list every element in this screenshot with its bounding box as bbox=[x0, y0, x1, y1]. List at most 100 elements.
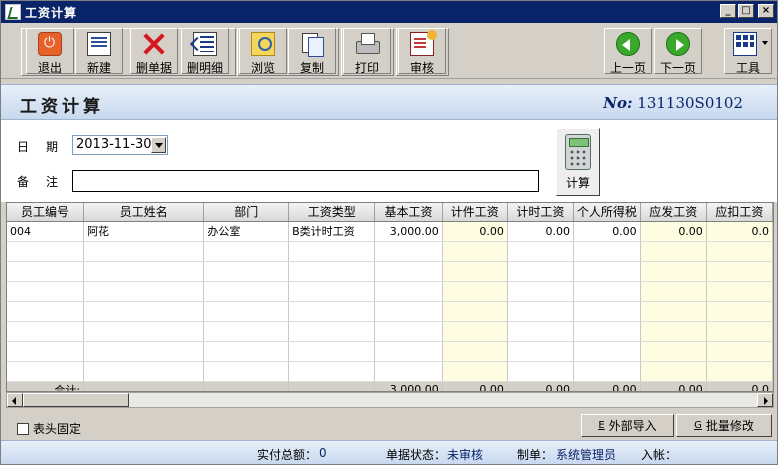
delete-detail-label: 删明细 bbox=[186, 61, 223, 75]
delete-detail-icon bbox=[193, 32, 217, 56]
calculate-label: 计算 bbox=[565, 176, 590, 190]
table-row[interactable] bbox=[7, 361, 773, 382]
delete-detail-button[interactable]: 删明细 bbox=[181, 28, 229, 75]
col-header[interactable]: 部门 bbox=[203, 203, 290, 222]
delete-icon bbox=[142, 32, 166, 56]
minimize-button[interactable]: _ bbox=[720, 4, 736, 18]
exit-button[interactable]: 退出 bbox=[26, 28, 74, 75]
horizontal-scrollbar[interactable] bbox=[6, 392, 774, 408]
scroll-left-icon[interactable] bbox=[7, 393, 23, 407]
delete-document-label: 删单据 bbox=[135, 61, 172, 75]
delete-document-button[interactable]: 删单据 bbox=[130, 28, 178, 75]
print-button[interactable]: 打印 bbox=[343, 28, 391, 75]
toolbar: 退出 新建 删单据 删明细 浏览 复制 打印 审核 bbox=[1, 23, 777, 79]
dropdown-arrow-icon[interactable] bbox=[151, 137, 166, 153]
printer-icon bbox=[355, 32, 380, 56]
document-number-value: 131130S0102 bbox=[637, 94, 743, 112]
tools-label: 工具 bbox=[735, 61, 760, 75]
total-base-salary: 3,000.00 bbox=[374, 380, 443, 391]
tools-grid-icon bbox=[733, 32, 757, 56]
col-header[interactable]: 基本工资 bbox=[374, 203, 443, 222]
cell-piece-salary[interactable]: 0.00 bbox=[442, 221, 508, 242]
maker-label: 制单： bbox=[517, 448, 554, 462]
cell-salary-type[interactable]: B类计时工资 bbox=[288, 221, 376, 242]
cell-department[interactable]: 办公室 bbox=[203, 221, 290, 242]
total-hourly-salary: 0.00 bbox=[507, 380, 574, 391]
window-controls: _ □ × bbox=[720, 4, 774, 18]
copy-label: 复制 bbox=[299, 61, 324, 75]
col-header[interactable]: 员工编号 bbox=[7, 203, 85, 222]
chevron-down-icon bbox=[762, 41, 768, 48]
calculate-button[interactable]: 计算 bbox=[556, 128, 600, 196]
table-row[interactable] bbox=[7, 281, 773, 302]
app-icon bbox=[5, 4, 21, 20]
checkbox-box[interactable] bbox=[17, 422, 29, 435]
table-row[interactable] bbox=[7, 241, 773, 262]
grid-header-row: 员工编号 员工姓名 部门 工资类型 基本工资 计件工资 计时工资 个人所得税 应… bbox=[7, 203, 773, 222]
arrow-right-icon bbox=[666, 32, 690, 56]
import-label: 外部导入 bbox=[608, 419, 657, 433]
cell-employee-id[interactable]: 004 bbox=[7, 221, 85, 242]
paid-total-label: 实付总额： bbox=[257, 448, 318, 462]
cell-deduction[interactable]: 0.0 bbox=[706, 221, 773, 242]
salary-window: 工资计算 _ □ × 退出 新建 删单据 删明细 浏览 bbox=[0, 0, 778, 465]
total-row: 合计: 3,000.00 0.00 0.00 0.00 0.00 0.0 bbox=[7, 380, 773, 391]
col-header[interactable]: 应发工资 bbox=[640, 203, 707, 222]
tools-button[interactable]: 工具 bbox=[724, 28, 772, 75]
header-band: 工资计算 No: 131130S0102 bbox=[1, 84, 777, 120]
status-bar: 实付总额： 0 单据状态： 未审核 制单： 系统管理员 入帐： bbox=[1, 440, 777, 464]
batch-shortcut-key: G bbox=[694, 420, 702, 431]
remark-input[interactable] bbox=[72, 170, 539, 192]
total-label: 合计: bbox=[7, 380, 85, 391]
posted-label: 入帐： bbox=[641, 448, 678, 462]
title-bar: 工资计算 _ □ × bbox=[1, 1, 777, 23]
arrow-left-icon bbox=[616, 32, 640, 56]
document-number-label: No: bbox=[603, 94, 633, 112]
external-import-button[interactable]: E 外部导入 bbox=[581, 414, 674, 437]
table-row[interactable] bbox=[7, 261, 773, 282]
col-header[interactable]: 个人所得税 bbox=[573, 203, 641, 222]
doc-state-value: 未审核 bbox=[447, 448, 484, 462]
browse-button[interactable]: 浏览 bbox=[239, 28, 287, 75]
prev-page-label: 上一页 bbox=[609, 61, 646, 75]
cell-employee-name[interactable]: 阿花 bbox=[83, 221, 205, 242]
paid-total-value: 0 bbox=[319, 446, 327, 460]
audit-button[interactable]: 审核 bbox=[398, 28, 446, 75]
cell-gross-salary[interactable]: 0.00 bbox=[640, 221, 707, 242]
col-header[interactable]: 员工姓名 bbox=[83, 203, 205, 222]
new-label: 新建 bbox=[86, 61, 111, 75]
table-row[interactable] bbox=[7, 301, 773, 322]
scroll-thumb[interactable] bbox=[23, 393, 129, 407]
table-row[interactable]: 004 阿花 办公室 B类计时工资 3,000.00 0.00 0.00 0.0… bbox=[7, 221, 773, 242]
salary-table: 员工编号 员工姓名 部门 工资类型 基本工资 计件工资 计时工资 个人所得税 应… bbox=[7, 203, 773, 391]
col-header[interactable]: 工资类型 bbox=[288, 203, 376, 222]
prev-page-button[interactable]: 上一页 bbox=[604, 28, 652, 75]
fix-header-checkbox[interactable]: 表头固定 bbox=[17, 420, 81, 437]
cell-income-tax[interactable]: 0.00 bbox=[573, 221, 641, 242]
col-header[interactable]: 计件工资 bbox=[442, 203, 508, 222]
date-value: 2013-11-30 bbox=[76, 137, 152, 152]
cell-base-salary[interactable]: 3,000.00 bbox=[374, 221, 443, 242]
date-picker[interactable]: 2013-11-30 bbox=[72, 135, 168, 155]
next-page-button[interactable]: 下一页 bbox=[654, 28, 702, 75]
table-row[interactable] bbox=[7, 341, 773, 362]
maximize-button[interactable]: □ bbox=[738, 4, 754, 18]
cell-hourly-salary[interactable]: 0.00 bbox=[507, 221, 574, 242]
maker-value: 系统管理员 bbox=[556, 448, 617, 462]
audit-label: 审核 bbox=[409, 61, 434, 75]
table-row[interactable] bbox=[7, 321, 773, 342]
close-button[interactable]: × bbox=[758, 4, 774, 18]
calculator-icon bbox=[565, 134, 591, 170]
browse-label: 浏览 bbox=[250, 61, 275, 75]
copy-button[interactable]: 复制 bbox=[288, 28, 336, 75]
next-page-label: 下一页 bbox=[659, 61, 696, 75]
new-button[interactable]: 新建 bbox=[75, 28, 123, 75]
batch-edit-button[interactable]: G 批量修改 bbox=[676, 414, 772, 437]
col-header[interactable]: 应扣工资 bbox=[706, 203, 773, 222]
salary-grid[interactable]: 员工编号 员工姓名 部门 工资类型 基本工资 计件工资 计时工资 个人所得税 应… bbox=[6, 202, 774, 392]
scroll-right-icon[interactable] bbox=[757, 393, 773, 407]
total-piece-salary: 0.00 bbox=[442, 380, 508, 391]
page-title: 工资计算 bbox=[20, 97, 104, 117]
col-header[interactable]: 计时工资 bbox=[507, 203, 574, 222]
batch-label: 批量修改 bbox=[705, 419, 754, 433]
